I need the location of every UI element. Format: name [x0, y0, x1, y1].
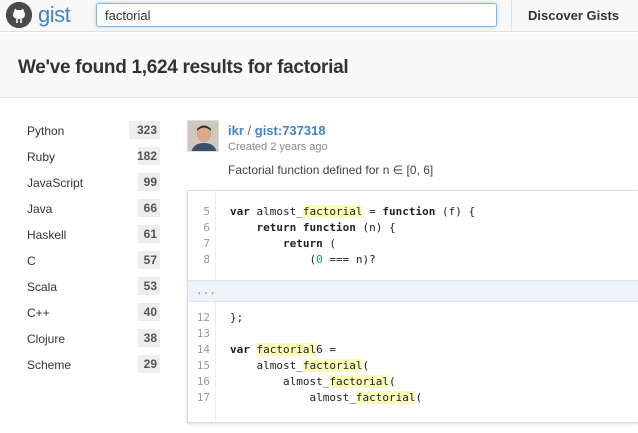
language-filter-item[interactable]: Scala 53 — [18, 276, 160, 302]
language-name: C++ — [27, 306, 50, 320]
code-line: 6 return function (n) { — [188, 220, 638, 236]
language-name: JavaScript — [27, 176, 84, 190]
code-line: 7 return ( — [188, 236, 638, 252]
top-bar: gist Discover Gists — [0, 0, 638, 32]
code-line: 14 var factorial6 = — [188, 342, 638, 358]
line-number: 8 — [203, 253, 210, 266]
gist-title: ikr / gist:737318 — [228, 123, 326, 138]
language-count: 61 — [143, 227, 157, 241]
results-count-text: We've found 1,624 results for — [18, 57, 278, 78]
language-filter-item[interactable]: Scheme 29 — [18, 354, 160, 380]
nav-divider — [511, 0, 512, 32]
code-line: 17 almost_factorial( — [188, 390, 638, 406]
language-name: C — [27, 254, 36, 268]
code-text: (0 === n)? — [230, 253, 376, 266]
gist-description: Factorial function defined for n ∈ [0, 6… — [228, 163, 434, 177]
language-filter-item[interactable]: Java 66 — [18, 198, 160, 224]
title-separator: / — [243, 123, 255, 138]
octocat-icon — [6, 2, 32, 28]
code-text: return ( — [282, 237, 336, 250]
collapsed-lines-ellipsis: ... — [196, 284, 216, 297]
language-name: Clojure — [27, 332, 66, 346]
line-number: 6 — [203, 221, 210, 234]
language-filter-list: Python 323 Ruby 182 JavaScript 99 Java 66 Haskel… — [18, 120, 160, 380]
avatar[interactable] — [187, 120, 219, 152]
gist-id-link[interactable]: gist:737318 — [255, 123, 326, 138]
language-count: 40 — [143, 305, 157, 319]
language-name: Python — [27, 124, 65, 138]
language-count: 182 — [136, 149, 157, 163]
line-number: 5 — [203, 205, 210, 218]
line-number: 16 — [196, 375, 210, 388]
code-line: 16 almost_factorial( — [188, 374, 638, 390]
results-title: We've found 1,624 results for factorial — [18, 57, 349, 79]
language-count: 57 — [143, 253, 157, 267]
code-line: 12}; — [188, 310, 638, 326]
language-count: 99 — [143, 175, 157, 189]
results-query: factorial — [277, 57, 349, 78]
language-filter-item[interactable]: Clojure 38 — [18, 328, 160, 354]
gist-logo[interactable]: gist — [6, 2, 71, 28]
language-count: 53 — [143, 279, 157, 293]
language-filter-item[interactable]: C 57 — [18, 250, 160, 276]
language-filter-item[interactable]: Haskell 61 — [18, 224, 160, 250]
language-filter-item[interactable]: JavaScript 99 — [18, 172, 160, 198]
code-text: }; — [230, 311, 244, 324]
code-text: almost_factorial( — [230, 359, 370, 372]
code-line: 5 var almost_factorial = function (f) { — [188, 204, 638, 220]
language-count: 323 — [136, 123, 157, 137]
line-number: 15 — [196, 359, 210, 372]
language-name: Java — [27, 202, 53, 216]
language-filter-item[interactable]: C++ 40 — [18, 302, 160, 328]
search-input[interactable] — [96, 3, 497, 27]
language-filter-item[interactable]: Ruby 182 — [18, 146, 160, 172]
language-count: 66 — [143, 201, 157, 215]
collapsed-lines-row[interactable]: ... — [188, 280, 638, 302]
code-preview[interactable]: ... 5 var almost_factorial = function (f)… — [187, 190, 638, 423]
line-number: 12 — [196, 311, 210, 324]
code-line: 15 almost_factorial( — [188, 358, 638, 374]
line-number: 13 — [196, 327, 210, 340]
results-header: We've found 1,624 results for factorial — [0, 33, 638, 98]
logo-text: gist — [38, 2, 71, 27]
code-text: var almost_factorial = function (f) { — [230, 205, 476, 218]
created-timestamp: Created 2 years ago — [228, 141, 328, 153]
line-number: 17 — [196, 391, 210, 404]
language-name: Haskell — [27, 228, 67, 242]
code-text: almost_factorial( — [230, 391, 423, 404]
code-text: return function (n) { — [256, 221, 396, 234]
language-name: Scala — [27, 280, 58, 294]
discover-gists-link[interactable]: Discover Gists — [528, 8, 619, 23]
code-text: almost_factorial( — [230, 375, 396, 388]
code-text: var factorial6 = — [230, 343, 336, 356]
language-filter-item[interactable]: Python 323 — [18, 120, 160, 146]
language-name: Ruby — [27, 150, 56, 164]
code-line: 8 (0 === n)? — [188, 252, 638, 268]
code-line: 13 — [188, 326, 638, 342]
line-number: 7 — [203, 237, 210, 250]
language-name: Scheme — [27, 358, 72, 372]
language-count: 29 — [143, 357, 157, 371]
line-number: 14 — [196, 343, 210, 356]
author-link[interactable]: ikr — [228, 123, 244, 138]
language-count: 38 — [143, 331, 157, 345]
